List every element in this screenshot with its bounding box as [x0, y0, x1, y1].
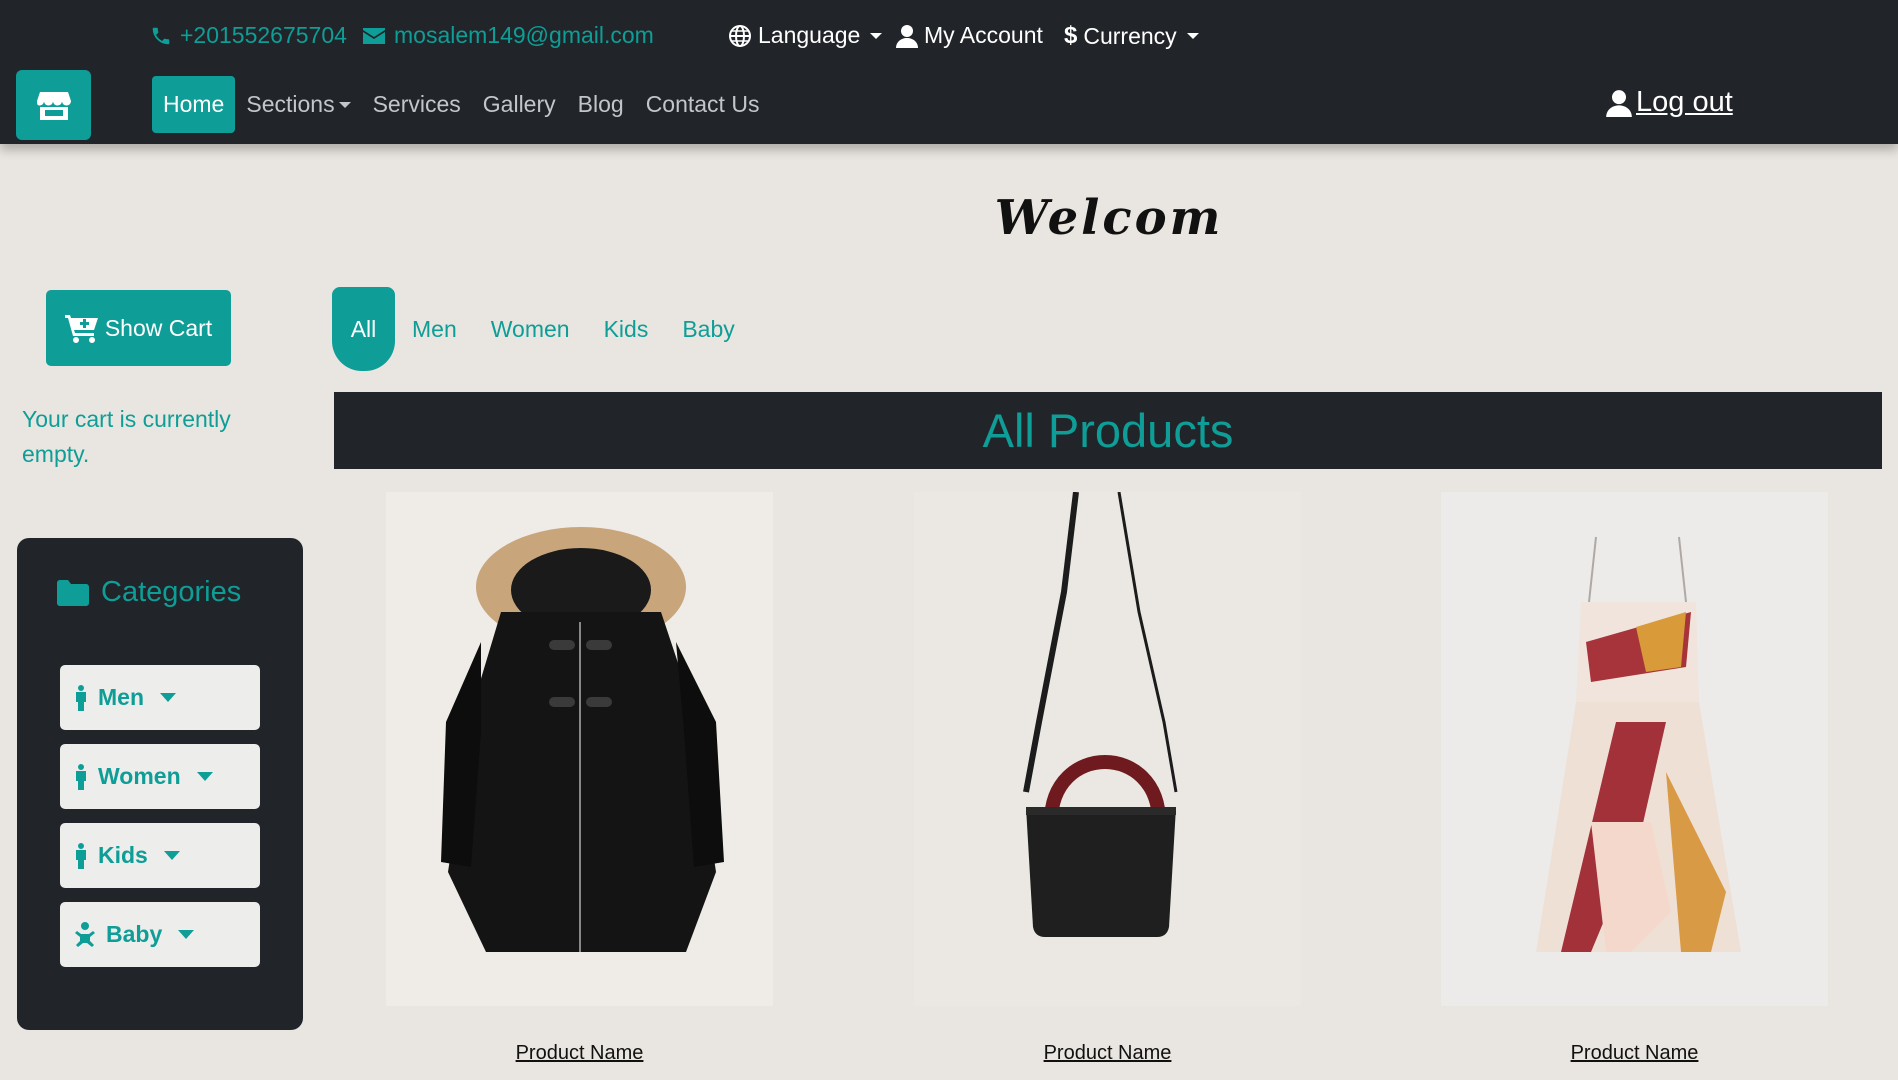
folder-icon	[57, 579, 89, 606]
categories-title: Categories	[101, 576, 242, 608]
store-logo[interactable]	[16, 70, 91, 140]
nav-contact[interactable]: Contact Us	[635, 76, 771, 133]
welcome-heading: Welcom	[994, 190, 1224, 246]
email-link[interactable]: mosalem149@gmail.com	[362, 22, 654, 49]
phone-number: +201552675704	[180, 22, 347, 48]
store-icon	[36, 92, 71, 120]
nav-gallery[interactable]: Gallery	[472, 76, 567, 133]
child-icon	[76, 842, 86, 869]
caret-down-icon	[196, 772, 213, 781]
nav-blog-label: Blog	[577, 91, 624, 117]
envelope-icon	[363, 27, 385, 44]
nav-gallery-label: Gallery	[482, 91, 556, 117]
currency-label: Currency	[1083, 22, 1177, 49]
nav-sections[interactable]: Sections	[235, 76, 361, 133]
product-image-bag[interactable]	[914, 492, 1301, 1006]
filter-men[interactable]: Men	[395, 287, 474, 371]
chevron-down-icon	[1186, 33, 1199, 39]
user-icon	[896, 24, 918, 48]
coat-image	[386, 492, 773, 1006]
nav-services-label: Services	[372, 91, 461, 117]
category-kids-label: Kids	[98, 842, 148, 868]
category-baby[interactable]: Baby	[60, 902, 260, 967]
chevron-down-icon	[870, 32, 883, 39]
product-name-link[interactable]: Product Name	[1441, 1042, 1828, 1065]
main-nav: Home Sections Services Gallery Blog Cont…	[152, 76, 770, 133]
nav-sections-label: Sections	[246, 91, 335, 117]
my-account-label: My Account	[924, 22, 1043, 48]
caret-down-icon	[160, 693, 176, 702]
globe-icon	[729, 24, 751, 47]
email-address: mosalem149@gmail.com	[394, 22, 654, 48]
nav-home-label: Home	[163, 91, 225, 117]
category-men-label: Men	[98, 684, 144, 710]
category-men[interactable]: Men	[60, 665, 260, 730]
product-name-link[interactable]: Product Name	[386, 1042, 773, 1065]
phone-icon	[152, 27, 170, 44]
nav-services[interactable]: Services	[362, 76, 472, 133]
product-name-link[interactable]: Product Name	[914, 1042, 1301, 1065]
nav-blog[interactable]: Blog	[567, 76, 635, 133]
user-icon	[1606, 89, 1632, 117]
topbar: +201552675704 mosalem149@gmail.com Langu…	[150, 22, 1898, 52]
handbag-image	[914, 492, 1301, 1006]
product-image-coat[interactable]	[386, 492, 773, 1006]
nav-home[interactable]: Home	[152, 76, 236, 133]
dress-image	[1441, 492, 1828, 1006]
product-filter-tabs: All Men Women Kids Baby	[332, 287, 752, 371]
filter-baby[interactable]: Baby	[665, 287, 751, 371]
language-dropdown[interactable]: Language	[728, 22, 883, 49]
filter-all[interactable]: All	[332, 287, 395, 371]
product-image-dress[interactable]	[1441, 492, 1828, 1006]
top-header: +201552675704 mosalem149@gmail.com Langu…	[0, 0, 1898, 144]
currency-dropdown[interactable]: $ Currency	[1064, 22, 1199, 50]
category-kids[interactable]: Kids	[60, 823, 260, 888]
category-baby-label: Baby	[106, 921, 163, 947]
product-card[interactable]: Product Name	[1441, 492, 1828, 1065]
logout-label: Log out	[1636, 86, 1733, 118]
caret-down-icon	[163, 851, 180, 860]
cart-plus-icon	[64, 315, 98, 343]
product-card[interactable]: Product Name	[386, 492, 773, 1065]
person-icon	[76, 763, 86, 790]
person-icon	[76, 684, 86, 711]
phone-link[interactable]: +201552675704	[150, 22, 347, 49]
language-label: Language	[758, 22, 861, 48]
product-card[interactable]: Product Name	[914, 492, 1301, 1065]
dollar-icon: $	[1064, 22, 1078, 49]
chevron-down-icon	[338, 101, 351, 108]
caret-down-icon	[178, 930, 195, 939]
my-account-link[interactable]: My Account	[896, 22, 1043, 49]
show-cart-label: Show Cart	[104, 314, 213, 341]
baby-icon	[75, 921, 95, 947]
logout-link[interactable]: Log out	[1606, 86, 1733, 119]
categories-heading: Categories	[57, 576, 241, 609]
filter-women[interactable]: Women	[474, 287, 587, 371]
cart-empty-message: Your cart is currently empty.	[22, 406, 231, 467]
category-women-label: Women	[98, 763, 181, 789]
filter-kids[interactable]: Kids	[587, 287, 666, 371]
nav-contact-label: Contact Us	[645, 91, 760, 117]
categories-panel: Categories Men Women Kids Baby	[17, 538, 303, 1030]
all-products-heading: All Products	[334, 392, 1882, 469]
category-women[interactable]: Women	[60, 744, 260, 809]
show-cart-button[interactable]: Show Cart	[46, 290, 231, 366]
